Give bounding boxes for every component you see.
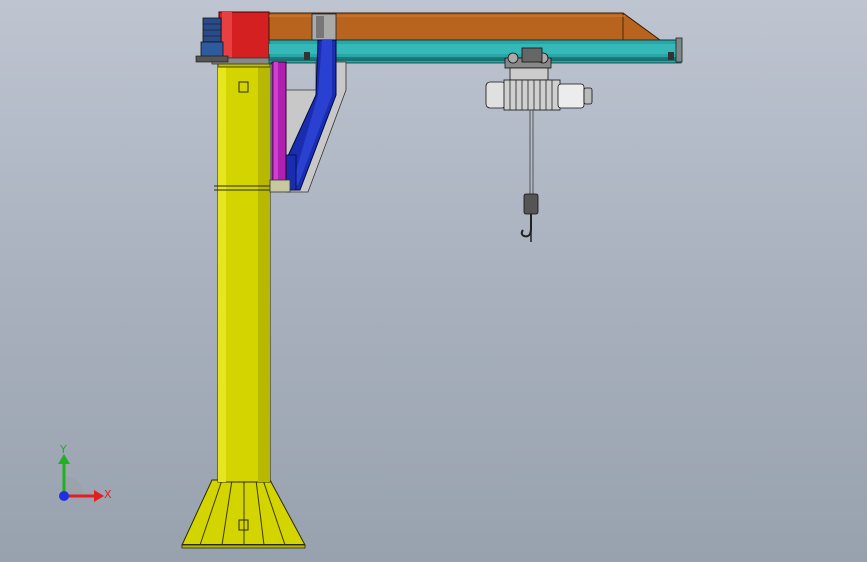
z-axis-dot: [59, 491, 69, 501]
electric-hoist: [485, 47, 593, 242]
y-axis-label: Y: [59, 443, 67, 456]
column-base: [181, 479, 306, 549]
jib-crane-model[interactable]: [0, 0, 867, 562]
x-axis-arrowhead-icon: [94, 490, 104, 502]
cad-viewport[interactable]: Y X: [0, 0, 867, 562]
boom-top-flange: [268, 12, 662, 41]
x-axis-label: X: [104, 488, 112, 501]
orientation-triad[interactable]: Y X: [48, 440, 118, 510]
column: [214, 61, 272, 483]
